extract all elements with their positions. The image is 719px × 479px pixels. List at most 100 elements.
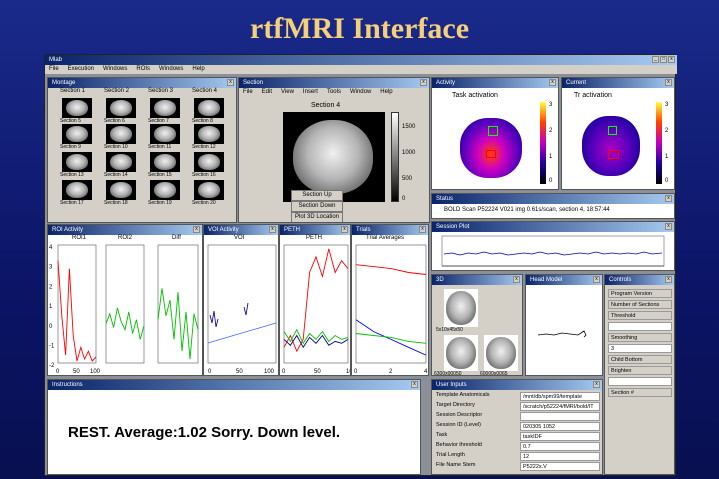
section-down-button[interactable]: Section Down	[291, 201, 343, 212]
close-icon[interactable]: x	[420, 79, 427, 86]
montage-thumbnail[interactable]	[194, 124, 224, 144]
close-icon[interactable]: x	[665, 223, 672, 230]
close-icon[interactable]: x	[593, 276, 600, 283]
instructions-titlebar: Instructions x	[48, 380, 420, 390]
montage-thumbnail[interactable]	[150, 152, 180, 172]
voi-plot: 0 50 100	[207, 244, 277, 375]
roi-box-red	[608, 150, 619, 159]
user-input-field[interactable]: P5222x.V	[520, 462, 600, 471]
y-tick: 2	[49, 284, 53, 290]
roi-box-red	[486, 150, 496, 158]
menu-rois[interactable]: ROIs	[136, 65, 150, 74]
section-menu-insert[interactable]: Insert	[303, 88, 318, 97]
close-icon[interactable]: x	[193, 226, 200, 233]
minimize-icon[interactable]: _	[652, 56, 659, 63]
colorbar-tick: 500	[402, 176, 413, 182]
close-icon[interactable]: x	[419, 226, 426, 233]
number-of-sections-select[interactable]: Number of Sections	[608, 300, 672, 309]
threshold-input[interactable]	[608, 322, 672, 331]
montage-thumbnail[interactable]	[106, 180, 136, 200]
section-image	[283, 112, 385, 202]
user-input-label: Behavior threshold	[436, 442, 482, 448]
close-icon[interactable]: x	[513, 276, 520, 283]
section-menu-help[interactable]: Help	[380, 88, 392, 97]
close-icon[interactable]: x	[227, 79, 234, 86]
smoothing-select[interactable]: Smoothing	[608, 333, 672, 342]
threshold-select[interactable]: Threshold	[608, 311, 672, 320]
montage-thumbnail[interactable]	[106, 124, 136, 144]
current-colorbar	[656, 102, 662, 184]
user-input-field[interactable]: 0.7	[520, 442, 600, 451]
user-input-field[interactable]: 020305 1052	[520, 422, 600, 431]
user-input-field[interactable]: taskIDF	[520, 432, 600, 441]
montage-thumbnail[interactable]	[150, 98, 180, 118]
montage-thumbnail[interactable]	[194, 152, 224, 172]
montage-thumbnail[interactable]	[62, 180, 92, 200]
section-menu-file[interactable]: File	[243, 88, 253, 97]
session-plot-window: Session Plot x	[431, 221, 675, 271]
montage-thumbnail[interactable]	[62, 152, 92, 172]
x-tick: 0	[282, 369, 286, 375]
close-icon[interactable]: x	[341, 226, 348, 233]
close-icon[interactable]: x	[269, 226, 276, 233]
activity-title: Activity	[436, 80, 456, 86]
section-menu-tools[interactable]: Tools	[327, 88, 341, 97]
close-icon[interactable]: x	[549, 79, 556, 86]
section-menu-view[interactable]: View	[281, 88, 294, 97]
montage-thumbnail[interactable]	[62, 124, 92, 144]
section-title: Section	[243, 80, 264, 86]
voi-titlebar: VOI Activity x	[204, 225, 278, 235]
user-input-field[interactable]	[520, 412, 600, 421]
close-icon[interactable]: x	[411, 381, 418, 388]
menu-file[interactable]: File	[49, 65, 59, 74]
brighten-input[interactable]	[608, 377, 672, 386]
section-menu-edit[interactable]: Edit	[262, 88, 272, 97]
brain-slice-image	[66, 100, 88, 116]
montage-thumbnail[interactable]	[194, 180, 224, 200]
section-menu-window[interactable]: Window	[350, 88, 371, 97]
menu-help[interactable]: Help	[192, 65, 204, 74]
close-icon[interactable]: x	[593, 381, 600, 388]
menu-execution[interactable]: Execution	[68, 65, 94, 74]
activity-window: Activity x Task activation 3 2 1 0	[431, 77, 559, 190]
menu-windows-2[interactable]: Windows	[159, 65, 183, 74]
section-image-title: Section 4	[311, 102, 341, 109]
colorbar-tick: 1000	[402, 150, 416, 156]
montage-section-label: Section 4	[192, 88, 218, 94]
montage-thumbnail[interactable]	[194, 98, 224, 118]
section-up-button[interactable]: Section Up	[291, 190, 343, 201]
section-window: Section x File Edit View Insert Tools Win…	[238, 77, 430, 223]
user-input-field[interactable]: /scratch/p52224/fMRI/bold/IT	[520, 402, 600, 411]
montage-thumbnail[interactable]	[150, 180, 180, 200]
plot-3d-location-button[interactable]: Plot 3D Location	[291, 212, 343, 222]
montage-thumbnail[interactable]	[150, 124, 180, 144]
user-input-field[interactable]: 12	[520, 452, 600, 461]
brain-slice-image	[198, 100, 220, 116]
voi-label: VOI	[234, 235, 245, 241]
program-version-select[interactable]: Program Version	[608, 289, 672, 298]
x-tick: 100	[90, 369, 101, 375]
montage-grid: Section 1 Section 2 Section 3 Section 4 Sect…	[48, 88, 236, 222]
montage-section-label: Section 3	[148, 88, 174, 94]
menu-windows[interactable]: Windows	[103, 65, 127, 74]
user-input-field[interactable]: /mnt/db/spm99/template	[520, 392, 600, 401]
close-icon[interactable]: x	[665, 79, 672, 86]
brain-axial-image	[293, 120, 373, 194]
user-inputs-title: User Inputs	[436, 382, 467, 388]
child-bottom-select[interactable]: Child Bottom	[608, 355, 672, 364]
smoothing-input[interactable]: 3	[608, 344, 672, 353]
user-input-label: Task	[436, 432, 448, 438]
close-icon[interactable]: x	[665, 276, 672, 283]
montage-thumbnail[interactable]	[106, 98, 136, 118]
montage-thumbnail[interactable]	[62, 98, 92, 118]
close-icon[interactable]: x	[665, 195, 672, 202]
3d-titlebar: 3D x	[432, 275, 522, 285]
instructions-window: Instructions x REST. Average:1.02 Sorry. …	[47, 379, 421, 475]
colorbar-tick: 0	[665, 178, 669, 184]
section-number-select[interactable]: Section #	[608, 388, 672, 397]
close-icon[interactable]: x	[668, 56, 675, 63]
montage-thumbnail[interactable]	[106, 152, 136, 172]
maximize-icon[interactable]: □	[660, 56, 667, 63]
montage-section-label: Section 11	[148, 144, 172, 150]
brighten-select[interactable]: Brighten	[608, 366, 672, 375]
